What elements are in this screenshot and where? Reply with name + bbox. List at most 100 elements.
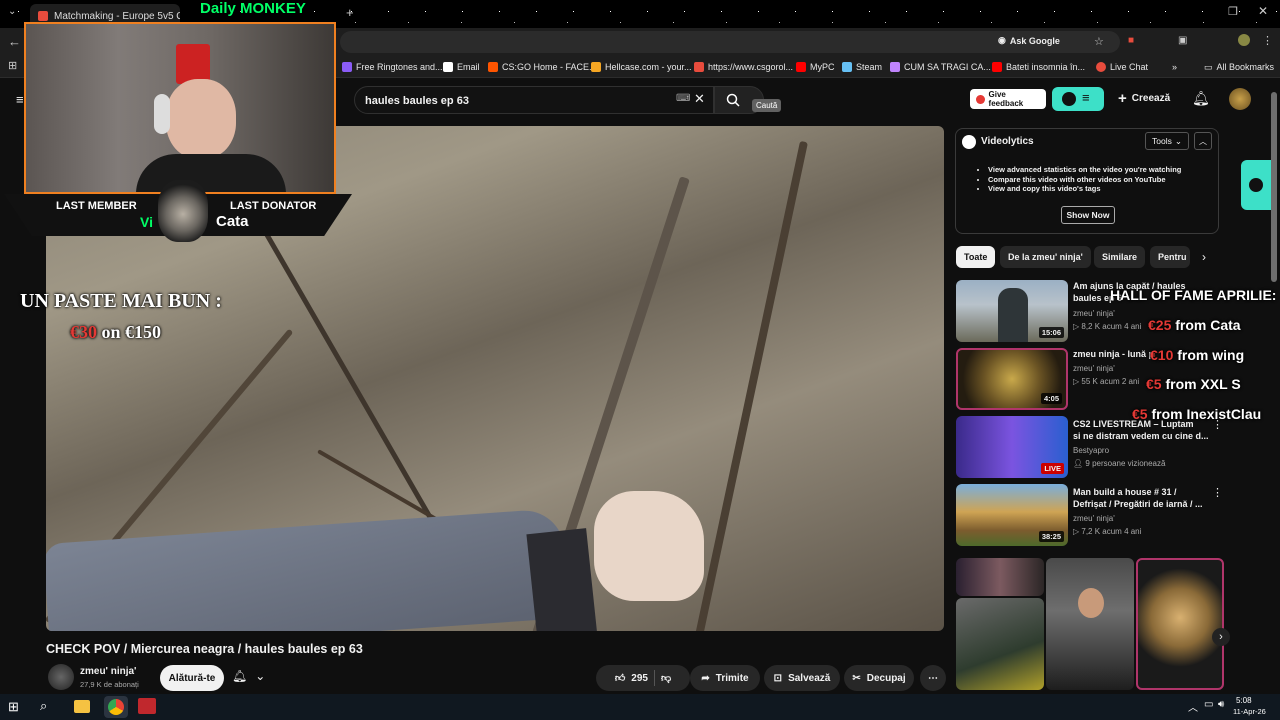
bookmark-favicon-icon bbox=[694, 62, 704, 72]
videolytics-toggle-button[interactable]: ≡ bbox=[1052, 87, 1104, 111]
join-button[interactable]: Alătură-te bbox=[160, 665, 224, 691]
videolytics-panel: Videolytics Tools⌄ ︿ View advanced stati… bbox=[955, 128, 1219, 234]
short-thumbnail[interactable] bbox=[1046, 558, 1134, 690]
like-button[interactable]: 👍︎ 295 bbox=[615, 672, 648, 685]
more-options-icon[interactable]: ⋮ bbox=[1212, 486, 1223, 499]
bookmark-icon: ⊡ bbox=[773, 672, 783, 684]
short-thumbnail[interactable] bbox=[956, 598, 1044, 690]
back-icon[interactable]: ← bbox=[8, 34, 21, 49]
chevron-down-icon: ⌄ bbox=[1174, 135, 1182, 146]
video-frame-cuff bbox=[526, 528, 598, 631]
bookmark-item[interactable]: Email bbox=[443, 59, 480, 75]
video-thumbnail: LIVE bbox=[956, 416, 1068, 478]
chip-from-channel[interactable]: De la zmeu' ninja' bbox=[1000, 246, 1091, 268]
bookmark-favicon-icon bbox=[890, 62, 900, 72]
show-now-button[interactable]: Show Now bbox=[1061, 206, 1115, 224]
bookmark-favicon-icon bbox=[1096, 62, 1106, 72]
chip-all[interactable]: Toate bbox=[956, 246, 996, 268]
bookmark-favicon-icon bbox=[796, 62, 806, 72]
donation-entry: €5 from InexistClau bbox=[1132, 406, 1262, 422]
more-actions-button[interactable]: ⋯ bbox=[920, 665, 946, 691]
collapse-button[interactable]: ︿ bbox=[1194, 132, 1212, 150]
extension-icon[interactable]: ■ bbox=[1128, 35, 1134, 46]
create-button[interactable]: + Creează bbox=[1118, 90, 1170, 107]
network-icon[interactable]: ▭ bbox=[1204, 699, 1213, 710]
recommendation-item[interactable]: 38:25 Man build a house # 31 /Defrișat /… bbox=[956, 484, 1223, 546]
clip-button[interactable]: ✂ Decupaj bbox=[844, 665, 914, 691]
share-button[interactable]: ➦ Trimite bbox=[690, 665, 760, 691]
bookmark-favicon-icon bbox=[842, 62, 852, 72]
chevron-down-icon: ⌄ bbox=[255, 669, 266, 683]
paste-goal-title: UN PASTE MAI BUN : bbox=[20, 290, 222, 312]
new-tab-button[interactable]: + bbox=[346, 5, 354, 20]
chip-related[interactable]: Similare bbox=[1094, 246, 1146, 268]
keyboard-icon[interactable]: ⌨ bbox=[676, 93, 690, 104]
bookmark-item[interactable]: Steam bbox=[842, 59, 882, 75]
taskbar-search-icon[interactable]: ⌕ bbox=[40, 698, 47, 714]
bookmark-item[interactable]: CUM SA TRAGI CA... bbox=[890, 59, 991, 75]
volume-icon[interactable]: 🔊︎ bbox=[1218, 699, 1224, 710]
close-window-icon[interactable]: ✕ bbox=[1258, 4, 1268, 18]
bookmark-item[interactable]: Bateti insomnia în... bbox=[992, 59, 1085, 75]
star-icon[interactable]: ☆ bbox=[1094, 35, 1104, 48]
shorts-next-icon[interactable]: › bbox=[1212, 628, 1230, 646]
search-icon bbox=[726, 93, 740, 107]
bookmark-favicon-icon bbox=[488, 62, 498, 72]
streaming-app-icon[interactable] bbox=[138, 698, 156, 714]
page-scrollbar[interactable] bbox=[1271, 92, 1277, 282]
video-meta: ▷ 7,2 K acum 4 ani bbox=[1073, 527, 1142, 536]
menu-dots-icon[interactable]: ⋮ bbox=[1262, 34, 1273, 47]
videolytics-side-tab[interactable] bbox=[1241, 160, 1271, 210]
tools-dropdown[interactable]: Tools ⌄ bbox=[1145, 132, 1189, 150]
clear-search-icon[interactable]: ✕ bbox=[694, 91, 705, 107]
system-tray-chevron-icon[interactable]: ︿ bbox=[1188, 699, 1198, 714]
video-frame-branch bbox=[246, 201, 451, 551]
bookmark-item[interactable]: Live Chat bbox=[1096, 59, 1148, 75]
channel-name[interactable]: zmeu' ninja' bbox=[80, 666, 136, 677]
puzzle-icon[interactable]: ▣ bbox=[1178, 35, 1187, 46]
channel-avatar[interactable] bbox=[48, 664, 74, 690]
file-explorer-icon[interactable] bbox=[74, 700, 90, 713]
taskbar-clock[interactable]: 5:08 bbox=[1236, 696, 1252, 705]
hamburger-menu-icon[interactable]: ≡ bbox=[16, 92, 24, 107]
stream-overlay-title: Daily MONKEY bbox=[200, 0, 306, 17]
duration-badge: 15:06 bbox=[1038, 327, 1064, 338]
bookmarks-more-icon[interactable]: » bbox=[1172, 59, 1177, 75]
maximize-icon[interactable]: ❐ bbox=[1228, 5, 1238, 18]
windows-start-icon[interactable]: ⊞ bbox=[8, 699, 19, 715]
tab-search-icon[interactable]: ⌄ bbox=[8, 6, 16, 17]
chrome-taskbar-button[interactable] bbox=[104, 696, 128, 718]
profile-avatar[interactable] bbox=[1238, 34, 1250, 46]
dislike-button[interactable]: 👎︎ bbox=[661, 672, 671, 684]
search-input[interactable]: haules baules ep 63 bbox=[354, 86, 714, 114]
webcam-headphone bbox=[154, 94, 170, 134]
all-bookmarks-button[interactable]: ▭ All Bookmarks bbox=[1204, 59, 1274, 75]
bookmark-item[interactable]: CS:GO Home - FACE... bbox=[488, 59, 597, 75]
notifications-bell-icon[interactable]: 🔔︎ bbox=[1192, 90, 1210, 107]
short-thumbnail[interactable] bbox=[956, 558, 1044, 596]
folder-icon: ▭ bbox=[1204, 61, 1213, 72]
list-icon: ≡ bbox=[1082, 90, 1090, 105]
taskbar-date[interactable]: 11-Apr-26 bbox=[1233, 707, 1266, 716]
apps-grid-icon[interactable]: ⊞ bbox=[8, 59, 17, 72]
bookmark-item[interactable]: MyPC bbox=[796, 59, 835, 75]
account-avatar[interactable] bbox=[1229, 88, 1251, 110]
donation-entry: €5 from XXL S bbox=[1146, 376, 1241, 392]
feedback-icon bbox=[976, 94, 985, 104]
chip-for-you[interactable]: Pentru bbox=[1150, 246, 1190, 268]
short-thumbnail[interactable] bbox=[1136, 558, 1224, 690]
ask-google-button[interactable]: ◉ Ask Google bbox=[998, 35, 1060, 46]
save-button[interactable]: ⊡ Salvează bbox=[764, 665, 840, 691]
bookmark-item[interactable]: Hellcase.com - your... bbox=[591, 59, 692, 75]
recommendation-item[interactable]: LIVE CS2 LIVESTREAM – Luptam si ne distra… bbox=[956, 416, 1223, 478]
hall-of-fame-title: HALL OF FAME APRILIE: bbox=[1110, 287, 1277, 303]
give-feedback-button[interactable]: Give feedback bbox=[970, 89, 1046, 109]
subscribe-bell-button[interactable]: 🔔︎ ⌄ bbox=[232, 669, 265, 683]
chips-next-icon[interactable]: › bbox=[1202, 250, 1206, 264]
bookmark-item[interactable]: https://www.csgorol... bbox=[694, 59, 793, 75]
video-title: Man build a house # 31 /Defrișat / Pregă… bbox=[1073, 487, 1203, 509]
bookmark-item[interactable]: Free Ringtones and... bbox=[342, 59, 443, 75]
feature-item: View and copy this video's tags bbox=[988, 184, 1214, 194]
bell-icon: 🔔︎ bbox=[232, 669, 248, 683]
gorilla-mascot-icon bbox=[158, 180, 208, 242]
